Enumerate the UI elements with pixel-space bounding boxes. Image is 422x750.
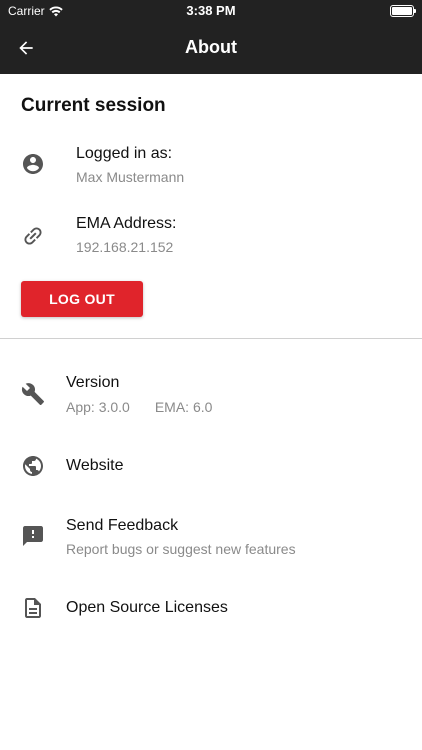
section-title-current-session: Current session	[21, 95, 166, 116]
page-title: About	[185, 37, 237, 57]
ema-version: EMA: 6.0	[154, 399, 213, 415]
website-label: Website	[66, 457, 124, 474]
send-feedback-row[interactable]: Send Feedback Report bugs or suggest new…	[0, 510, 422, 564]
version-label: Version	[66, 374, 120, 391]
wrench-icon	[21, 382, 45, 406]
globe-icon	[21, 454, 45, 478]
version-row: Version App: 3.0.0 EMA: 6.0	[0, 368, 422, 422]
open-source-licenses-label: Open Source Licenses	[66, 599, 228, 616]
ema-address-value: 192.168.21.152	[76, 239, 174, 255]
ema-address-label: EMA Address:	[76, 215, 177, 232]
divider	[0, 338, 422, 339]
document-icon	[21, 596, 45, 620]
app-version: App: 3.0.0	[66, 399, 130, 415]
send-feedback-label: Send Feedback	[66, 517, 179, 534]
logged-in-user: Max Mustermann	[76, 169, 185, 185]
account-circle-icon	[21, 152, 45, 176]
open-source-licenses-row[interactable]: Open Source Licenses	[0, 586, 422, 630]
send-feedback-subtitle: Report bugs or suggest new features	[66, 541, 296, 557]
clock: 3:38 PM	[186, 3, 236, 18]
website-row[interactable]: Website	[0, 444, 422, 488]
logged-in-row: Logged in as: Max Mustermann	[0, 140, 422, 190]
status-bar: Carrier 3:38 PM	[0, 0, 422, 22]
feedback-icon	[21, 524, 45, 548]
ema-address-row: EMA Address: 192.168.21.152	[0, 210, 422, 260]
battery-icon	[390, 5, 416, 17]
logout-button[interactable]: LOG OUT	[21, 281, 143, 317]
version-values: App: 3.0.0 EMA: 6.0	[66, 399, 212, 415]
logged-in-label: Logged in as:	[76, 145, 173, 162]
app-bar: About	[0, 22, 422, 74]
link-icon	[21, 224, 45, 248]
